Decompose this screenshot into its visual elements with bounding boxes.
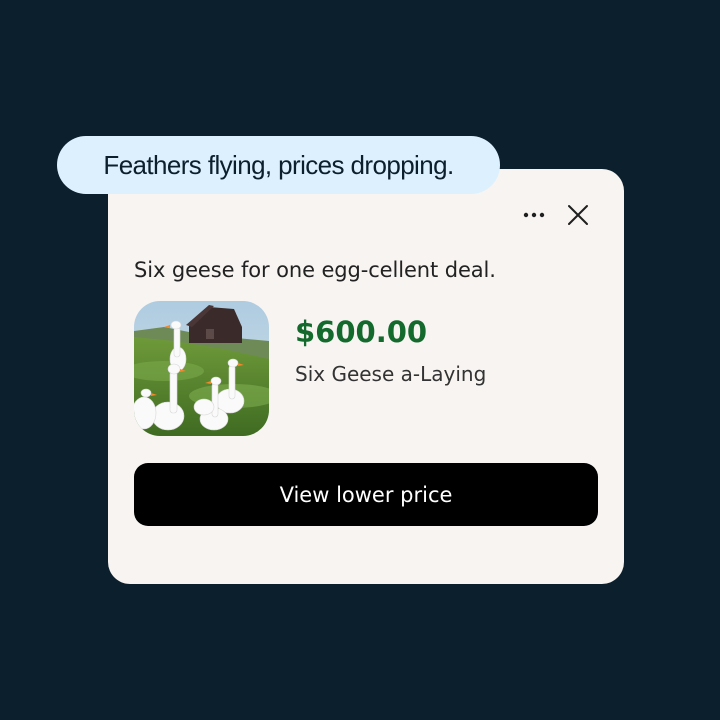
speech-bubble: Feathers flying, prices dropping.: [57, 136, 500, 194]
more-options-button[interactable]: [514, 199, 554, 231]
product-image[interactable]: [134, 301, 269, 436]
product-name: Six Geese a-Laying: [295, 362, 487, 386]
view-lower-price-button[interactable]: View lower price: [134, 463, 598, 526]
close-button[interactable]: [562, 199, 594, 231]
deal-headline: Six geese for one egg-cellent deal.: [134, 258, 496, 282]
bubble-text: Feathers flying, prices dropping.: [103, 149, 454, 180]
deal-card: Six geese for one egg-cellent deal. $600…: [108, 169, 624, 584]
product-price: $600.00: [295, 315, 428, 349]
close-icon: [568, 205, 588, 225]
more-horizontal-icon: [523, 212, 545, 218]
